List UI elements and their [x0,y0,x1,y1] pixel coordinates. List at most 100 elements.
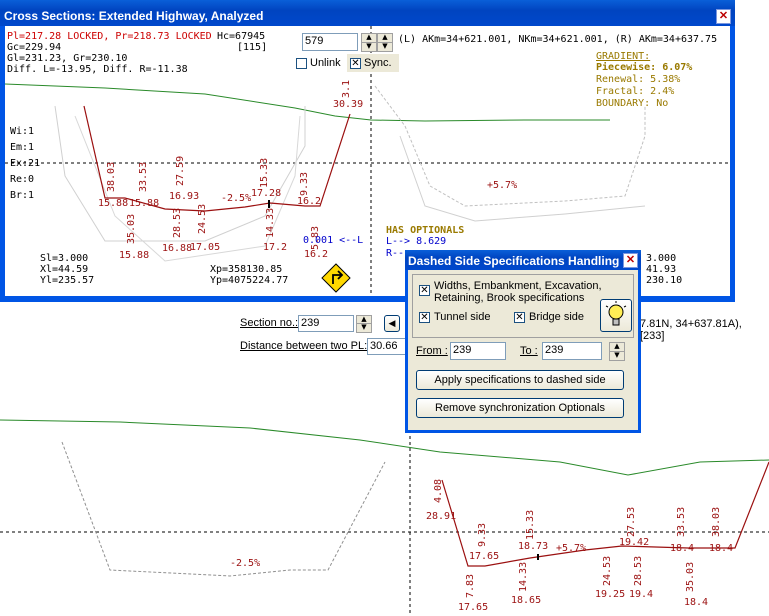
lightbulb-button[interactable] [600,299,632,332]
arrow-text: 0.001 <--L [303,235,363,246]
distance-input[interactable]: 30.66 [367,338,407,355]
info-line-1: Pl=217.28 LOCKED, Pr=218.73 LOCKED [7,31,212,42]
arrow-value: 16.2 [304,249,328,260]
gradient-boundary: BOUNDARY: No [596,98,669,109]
grade-right: +5.7% [487,180,517,191]
plot-label-v20: 17.2 [263,242,287,253]
sync-checkbox[interactable]: ✕ [350,58,361,69]
apply-specifications-button[interactable]: Apply specifications to dashed side [416,370,624,390]
plot-label-v19: 15.88 [119,250,149,261]
yp-value: Yp=4075224.77 [210,275,289,286]
plot-label-v9: 16.93 [169,191,199,202]
widths-checkbox[interactable]: ✕ [419,285,430,296]
yl-value: Yl=235.57 [40,275,95,286]
bottom-label-b8: 19.4 [629,589,653,600]
bridge-checkbox[interactable]: ✕ [514,312,525,323]
info-hc: Hc=67945 [217,31,266,42]
from-label: From : [416,345,448,357]
tunnel-checkbox[interactable]: ✕ [419,312,430,323]
from-input[interactable]: 239 [450,342,506,360]
info-gc: Gc=229.94 [7,42,62,53]
gradient-title: GRADIENT: [596,51,651,62]
optionals-title: HAS OPTIONALS [386,225,465,236]
akm-info: (L) AKm=34+621.001, NKm=34+621.001, (R) … [398,34,718,45]
bottom-label-b1: 7.83 [465,574,476,598]
gradient-renewal: Renewal: 5.38% [596,74,681,85]
right-value-3: 230.10 [646,275,683,286]
terrain-line [5,83,610,122]
side-em: Em:1 [10,142,35,153]
section-spin-down[interactable]: ▼ [356,323,372,333]
dashed-side-dialog: Dashed Side Specifications Handling ✕ ✕ … [405,250,641,433]
section-no-input[interactable]: 239 [298,315,354,332]
plot-label-v6: 15.33 [259,158,270,188]
lightbulb-icon [605,301,627,326]
xl-value: Xl=44.59 [40,264,89,275]
bottom-label-b9: 35.03 [685,562,696,592]
right-value-2: 41.93 [646,264,677,275]
info-gl: Gl=231.23, Gr=230.10 [7,53,128,64]
bottom-label-a2: 28.91 [426,511,456,522]
optionals-r: R-- [386,248,405,259]
side-ex: Ex:21 [10,158,41,169]
bottom-label-a7: 27.53 [626,507,637,537]
grade-left: -2.5% [221,193,251,204]
plot-label-v2: 30.39 [333,99,363,110]
bottom-label-a3: 9.33 [477,523,488,547]
tunnel-label: Tunnel side [434,311,491,323]
plot-label-v8: 15.88 [129,198,159,209]
bottom-label-b7: 28.53 [633,556,644,586]
plot-label-v16: 35.03 [126,214,137,244]
section-no-label: Section no.: [240,317,299,329]
side-br: Br:1 [10,190,35,201]
turn-sign-icon [321,263,351,293]
sync-label: Sync. [364,57,392,69]
bottom-grade-right: +5.7% [556,543,586,554]
section-number-next-down[interactable]: ▼ [377,42,393,52]
cross-sections-title-bar: Cross Sections: Extended Highway, Analyz… [0,0,735,26]
distance-label: Distance between two PL: [240,340,368,352]
plot-label-v4: 33.53 [138,162,149,192]
bottom-label-a6: 18.73 [518,541,548,552]
bottom-label-a12: 18.4 [709,543,733,554]
plot-label-v18: 17.05 [190,242,220,253]
bottom-label-b5: 24.53 [602,556,613,586]
to-label: To : [520,345,538,357]
bottom-label-b10: 18.4 [684,597,708,608]
dashed-section [61,441,386,577]
section-info-text: 7.81N, 34+637.81A), [233] [640,318,742,342]
unlink-checkbox[interactable] [296,58,307,69]
section-number-input[interactable]: 579 [302,33,358,51]
to-input[interactable]: 239 [542,342,602,360]
side-re: Re:0 [10,174,35,185]
section-number-down[interactable]: ▼ [361,42,377,52]
bottom-label-a1: 4.08 [433,479,444,503]
cross-sections-close-button[interactable]: ✕ [716,9,731,24]
gradient-fractal: Fractal: 2.4% [596,86,675,97]
unlink-label: Unlink [310,57,341,69]
to-spin-down[interactable]: ▼ [609,351,625,361]
plot-label-v3: 38.03 [106,162,117,192]
bottom-label-a8: 19.42 [619,537,649,548]
bottom-grade-left: -2.5% [230,558,260,569]
cross-sections-title: Cross Sections: Extended Highway, Analyz… [4,9,264,23]
dialog-title: Dashed Side Specifications Handling [408,254,620,268]
plot-label-v17: 16.88 [162,243,192,254]
info-diff: Diff. L=-13.95, Diff. R=-11.38 [7,64,188,75]
plot-label-v14: 24.53 [197,204,208,234]
bottom-label-b3: 14.33 [518,562,529,592]
bottom-label-b4: 18.65 [511,595,541,606]
plot-label-v12: 16.2 [297,196,321,207]
sl-value: Sl=3.000 [40,253,89,264]
plot-label-v11: 9.33 [299,172,310,196]
right-value-1: 3.000 [646,253,677,264]
bottom-label-b6: 19.25 [595,589,625,600]
bottom-label-a5: 15.33 [525,510,536,540]
plot-label-v10: 17.28 [251,188,281,199]
dialog-close-button[interactable]: ✕ [623,253,638,268]
widths-label: Widths, Embankment, Excavation, Retainin… [434,280,602,304]
prev-section-button[interactable]: ◀ [384,315,400,332]
remove-optionals-button[interactable]: Remove synchronization Optionals [416,398,624,418]
bottom-label-a9: 33.53 [676,507,687,537]
plot-label-v1: 3.1 [341,80,352,98]
